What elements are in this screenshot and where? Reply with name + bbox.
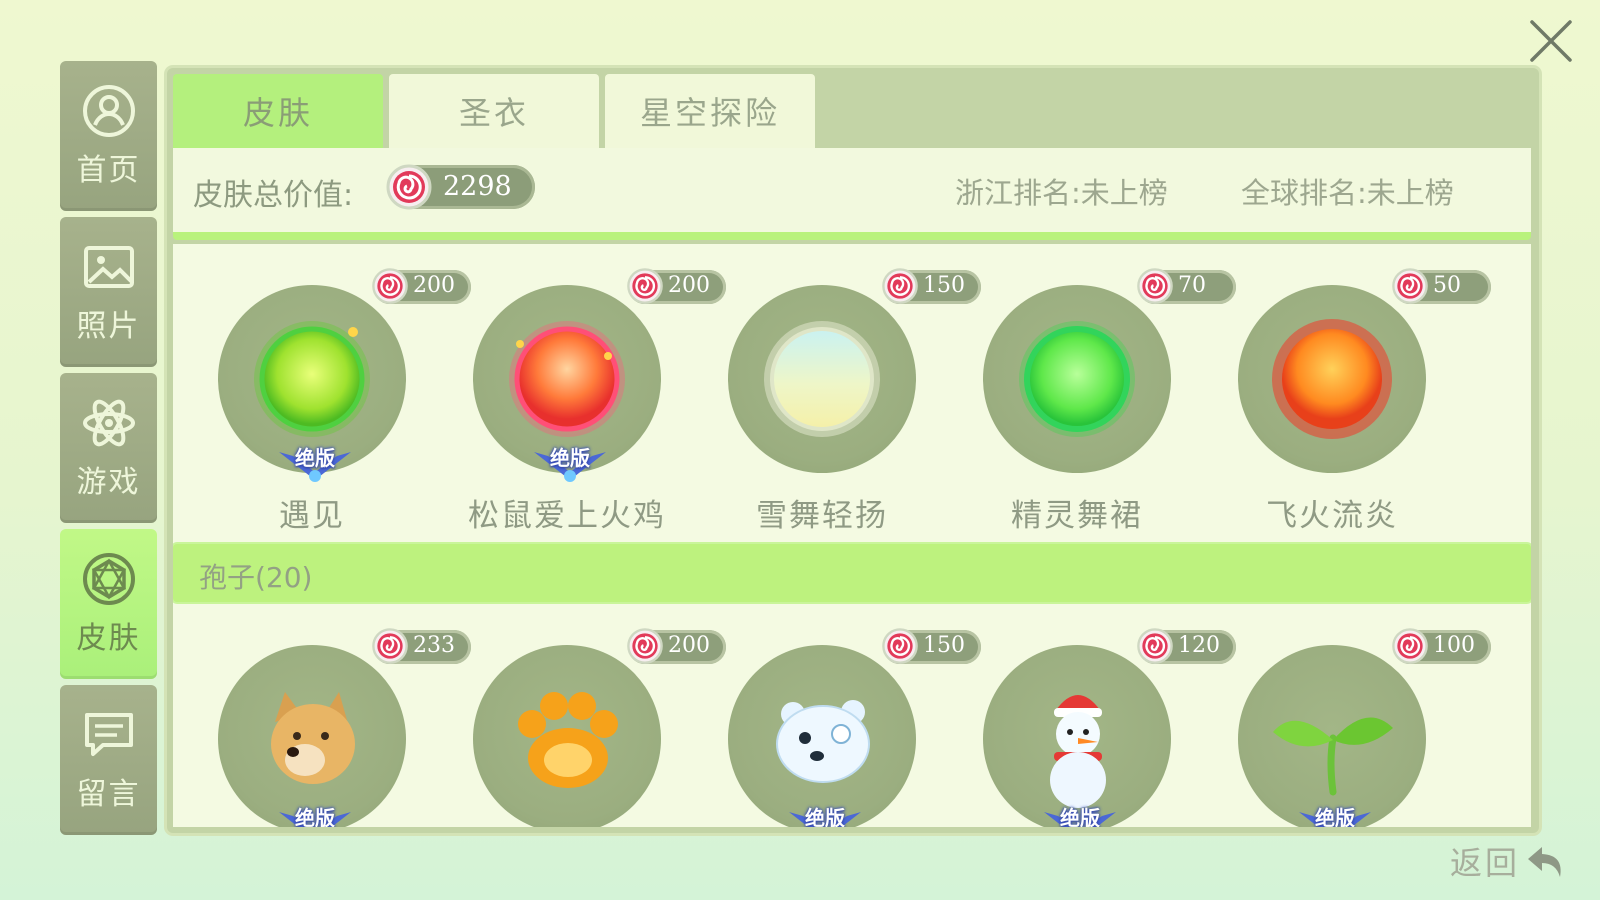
total-value-pill: 2298 bbox=[386, 164, 535, 210]
skin-name: 飞火流炎 bbox=[1266, 498, 1398, 534]
return-arrow-icon bbox=[1528, 847, 1561, 877]
sprout-icon bbox=[1273, 717, 1393, 796]
province-rank: 浙江排名:未上榜 bbox=[955, 176, 1168, 210]
limited-badge: 绝版 bbox=[1040, 802, 1120, 827]
total-value: 2298 bbox=[443, 171, 512, 202]
leaf-orb-icon bbox=[1019, 321, 1135, 437]
close-button[interactable] bbox=[1528, 18, 1574, 64]
spore-grid: 233 绝版 200 150 绝版 120 绝版 100 绝版 bbox=[173, 624, 1531, 827]
price-tag: 50 bbox=[1392, 268, 1491, 304]
skin-card[interactable]: 70 精灵舞裙 bbox=[948, 250, 1236, 540]
price-value: 50 bbox=[1433, 273, 1461, 298]
limited-badge: 绝版 bbox=[275, 442, 355, 486]
paw-icon bbox=[518, 692, 618, 788]
tab-bar: 皮肤 圣衣 星空探险 bbox=[173, 74, 821, 148]
candy-coin-icon bbox=[627, 628, 663, 664]
candy-coin-icon bbox=[372, 628, 408, 664]
limited-badge: 绝版 bbox=[785, 802, 865, 827]
sidebar-item-skins[interactable]: 皮肤 bbox=[60, 529, 157, 679]
spore-card[interactable]: 200 bbox=[438, 610, 726, 827]
summary-bar: 皮肤总价值: 2298 浙江排名:未上榜 全球排名:未上榜 bbox=[173, 148, 1531, 232]
main-panel: 皮肤 圣衣 星空探险 皮肤总价值: 2298 浙江排名:未上榜 全球排名:未上榜 bbox=[167, 68, 1539, 833]
skin-name: 松鼠爱上火鸡 bbox=[468, 498, 666, 534]
skin-card[interactable]: 200 绝版 遇见 bbox=[183, 250, 471, 540]
price-tag: 100 bbox=[1392, 628, 1491, 664]
tab-armor[interactable]: 圣衣 bbox=[389, 74, 599, 148]
candy-coin-icon bbox=[627, 268, 663, 304]
candy-coin-icon bbox=[882, 628, 918, 664]
back-button[interactable]: 返回 bbox=[1450, 838, 1568, 884]
polar-bear-icon bbox=[776, 700, 870, 783]
candy-coin-icon bbox=[882, 268, 918, 304]
sidebar-item-label: 留言 bbox=[76, 777, 141, 812]
candy-coin-icon bbox=[1137, 268, 1173, 304]
sidebar-item-games[interactable]: 游戏 bbox=[60, 373, 157, 523]
snow-orb-icon bbox=[764, 321, 880, 437]
user-icon bbox=[81, 83, 137, 139]
atom-icon bbox=[81, 395, 137, 451]
candy-coin-icon bbox=[1137, 628, 1173, 664]
price-value: 100 bbox=[1433, 633, 1475, 658]
spore-card[interactable]: 233 绝版 bbox=[183, 610, 471, 827]
photo-icon bbox=[81, 239, 137, 295]
limited-badge: 绝版 bbox=[1295, 802, 1375, 827]
green-orb-icon bbox=[254, 321, 370, 437]
back-label: 返回 bbox=[1450, 844, 1521, 882]
spore-card[interactable]: 100 绝版 bbox=[1203, 610, 1491, 827]
candy-coin-icon bbox=[372, 268, 408, 304]
skin-card[interactable]: 50 飞火流炎 bbox=[1203, 250, 1491, 540]
candy-coin-icon bbox=[1392, 268, 1428, 304]
section-title: 孢子(20) bbox=[199, 561, 313, 594]
skin-grid: 200 绝版 遇见 200 绝版 松鼠爱上火鸡 150 雪舞轻扬 70 精灵舞裙… bbox=[173, 244, 1531, 534]
skin-list: 200 绝版 遇见 200 绝版 松鼠爱上火鸡 150 雪舞轻扬 70 精灵舞裙… bbox=[173, 244, 1531, 827]
sidebar: 首页 照片 游戏 皮肤 留言 bbox=[60, 61, 157, 841]
summary-divider bbox=[173, 232, 1531, 240]
skin-card[interactable]: 150 雪舞轻扬 bbox=[693, 250, 981, 540]
sidebar-item-label: 皮肤 bbox=[76, 621, 141, 656]
sidebar-item-photos[interactable]: 照片 bbox=[60, 217, 157, 367]
limited-badge: 绝版 bbox=[275, 802, 355, 827]
skin-card[interactable]: 200 绝版 松鼠爱上火鸡 bbox=[438, 250, 726, 540]
close-icon bbox=[1530, 20, 1572, 62]
tab-star-adventure[interactable]: 星空探险 bbox=[605, 74, 815, 148]
sidebar-item-home[interactable]: 首页 bbox=[60, 61, 157, 211]
spore-card[interactable]: 150 绝版 bbox=[693, 610, 981, 827]
gem-icon bbox=[81, 551, 137, 607]
price-value: 70 bbox=[1178, 273, 1206, 298]
skin-name: 遇见 bbox=[279, 498, 345, 534]
total-value-label: 皮肤总价值: bbox=[193, 178, 354, 213]
fire-orb-icon bbox=[509, 321, 625, 437]
sidebar-item-messages[interactable]: 留言 bbox=[60, 685, 157, 835]
sidebar-item-label: 照片 bbox=[76, 309, 141, 344]
doge-icon bbox=[271, 692, 355, 784]
tab-skins[interactable]: 皮肤 bbox=[173, 74, 383, 148]
candy-coin-icon bbox=[386, 164, 432, 210]
sun-orb-icon bbox=[1272, 319, 1392, 439]
spore-card[interactable]: 120 绝版 bbox=[948, 610, 1236, 827]
snowman-icon bbox=[1050, 695, 1106, 808]
candy-coin-icon bbox=[1392, 628, 1428, 664]
message-icon bbox=[81, 707, 137, 763]
limited-badge: 绝版 bbox=[530, 442, 610, 486]
global-rank: 全球排名:未上榜 bbox=[1241, 176, 1454, 210]
section-header[interactable]: 孢子(20) bbox=[173, 544, 1531, 602]
skin-name: 精灵舞裙 bbox=[1011, 498, 1143, 534]
sidebar-item-label: 首页 bbox=[76, 153, 141, 188]
skin-name: 雪舞轻扬 bbox=[756, 498, 888, 534]
sidebar-item-label: 游戏 bbox=[76, 465, 141, 500]
